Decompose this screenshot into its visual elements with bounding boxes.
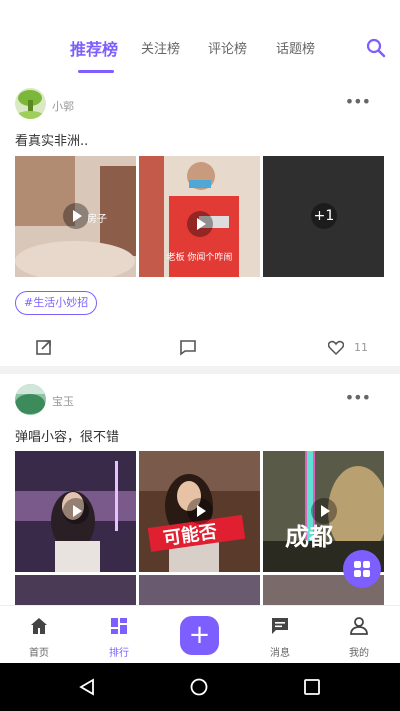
nav-home[interactable]: 首页 bbox=[9, 606, 69, 664]
video-caption: 老板 你闻个咋闹 bbox=[166, 253, 233, 263]
back-icon[interactable] bbox=[78, 678, 96, 696]
feed: 小郭 ••• 看真实非洲.. 房子 老板 你闻个咋闹 +1 #生活小妙招 11 … bbox=[0, 78, 400, 624]
tab-recommend[interactable]: 推荐榜 bbox=[70, 36, 118, 60]
post-text: 弹唱小容，很不错 bbox=[15, 430, 120, 445]
topic-tag[interactable]: #生活小妙招 bbox=[15, 291, 98, 315]
avatar[interactable] bbox=[15, 384, 46, 415]
play-icon bbox=[63, 498, 89, 524]
like-count: 11 bbox=[354, 341, 368, 354]
post-video-thumbnail[interactable] bbox=[15, 451, 136, 572]
comment-icon[interactable] bbox=[179, 339, 197, 356]
feed-post[interactable]: 小郭 ••• 看真实非洲.. 房子 老板 你闻个咋闹 +1 #生活小妙招 11 bbox=[0, 78, 400, 366]
feed-post[interactable]: 宝玉 ••• 弹唱小容，很不错 可能否 成都 bbox=[0, 374, 400, 624]
bottom-navigation: 首页 排行 + 消息 我的 bbox=[0, 605, 400, 663]
nav-profile[interactable]: 我的 bbox=[329, 606, 389, 664]
nav-messages-label: 消息 bbox=[270, 648, 290, 659]
username[interactable]: 小郭 bbox=[52, 98, 74, 114]
nav-messages[interactable]: 消息 bbox=[250, 606, 310, 664]
home-icon bbox=[31, 618, 47, 634]
active-tab-indicator bbox=[78, 70, 114, 73]
video-caption: 成都 bbox=[285, 523, 333, 551]
search-button[interactable] bbox=[366, 38, 386, 58]
nav-ranking-label: 排行 bbox=[109, 648, 129, 659]
more-images-count: +1 bbox=[311, 203, 337, 229]
avatar-image bbox=[15, 88, 46, 119]
person-icon bbox=[350, 617, 368, 635]
more-options-icon[interactable]: ••• bbox=[345, 388, 371, 407]
post-separator bbox=[0, 366, 400, 374]
avatar-image bbox=[15, 384, 46, 415]
system-navigation-bar bbox=[0, 663, 400, 711]
tab-following[interactable]: 关注榜 bbox=[141, 38, 180, 57]
top-tab-bar: 推荐榜 关注榜 评论榜 话题榜 bbox=[0, 0, 400, 78]
more-images-thumbnail[interactable]: +1 bbox=[263, 156, 384, 277]
video-caption: 房子 bbox=[87, 214, 107, 225]
tab-comments[interactable]: 评论榜 bbox=[208, 38, 247, 57]
post-video-thumbnail[interactable]: 房子 bbox=[15, 156, 136, 277]
nav-ranking[interactable]: 排行 bbox=[89, 606, 149, 664]
avatar[interactable] bbox=[15, 88, 46, 119]
like-icon[interactable] bbox=[328, 340, 344, 355]
username[interactable]: 宝玉 bbox=[52, 393, 74, 409]
create-post-button[interactable]: + bbox=[180, 616, 219, 655]
nav-profile-label: 我的 bbox=[349, 648, 369, 659]
more-options-icon[interactable]: ••• bbox=[345, 92, 371, 111]
message-icon bbox=[272, 618, 288, 634]
floating-grid-button[interactable] bbox=[343, 550, 381, 588]
share-icon[interactable] bbox=[35, 338, 53, 356]
grid-icon bbox=[111, 618, 127, 634]
play-icon bbox=[63, 203, 89, 229]
post-video-thumbnail[interactable]: 老板 你闻个咋闹 bbox=[139, 156, 260, 277]
search-icon bbox=[366, 38, 386, 58]
post-text: 看真实非洲.. bbox=[15, 134, 89, 149]
recents-icon[interactable] bbox=[303, 678, 321, 696]
grid-icon bbox=[354, 561, 370, 577]
post-video-thumbnail[interactable]: 可能否 bbox=[139, 451, 260, 572]
home-circle-icon[interactable] bbox=[190, 678, 208, 696]
nav-home-label: 首页 bbox=[29, 648, 49, 659]
tab-topics[interactable]: 话题榜 bbox=[276, 38, 315, 57]
play-icon bbox=[187, 211, 213, 237]
